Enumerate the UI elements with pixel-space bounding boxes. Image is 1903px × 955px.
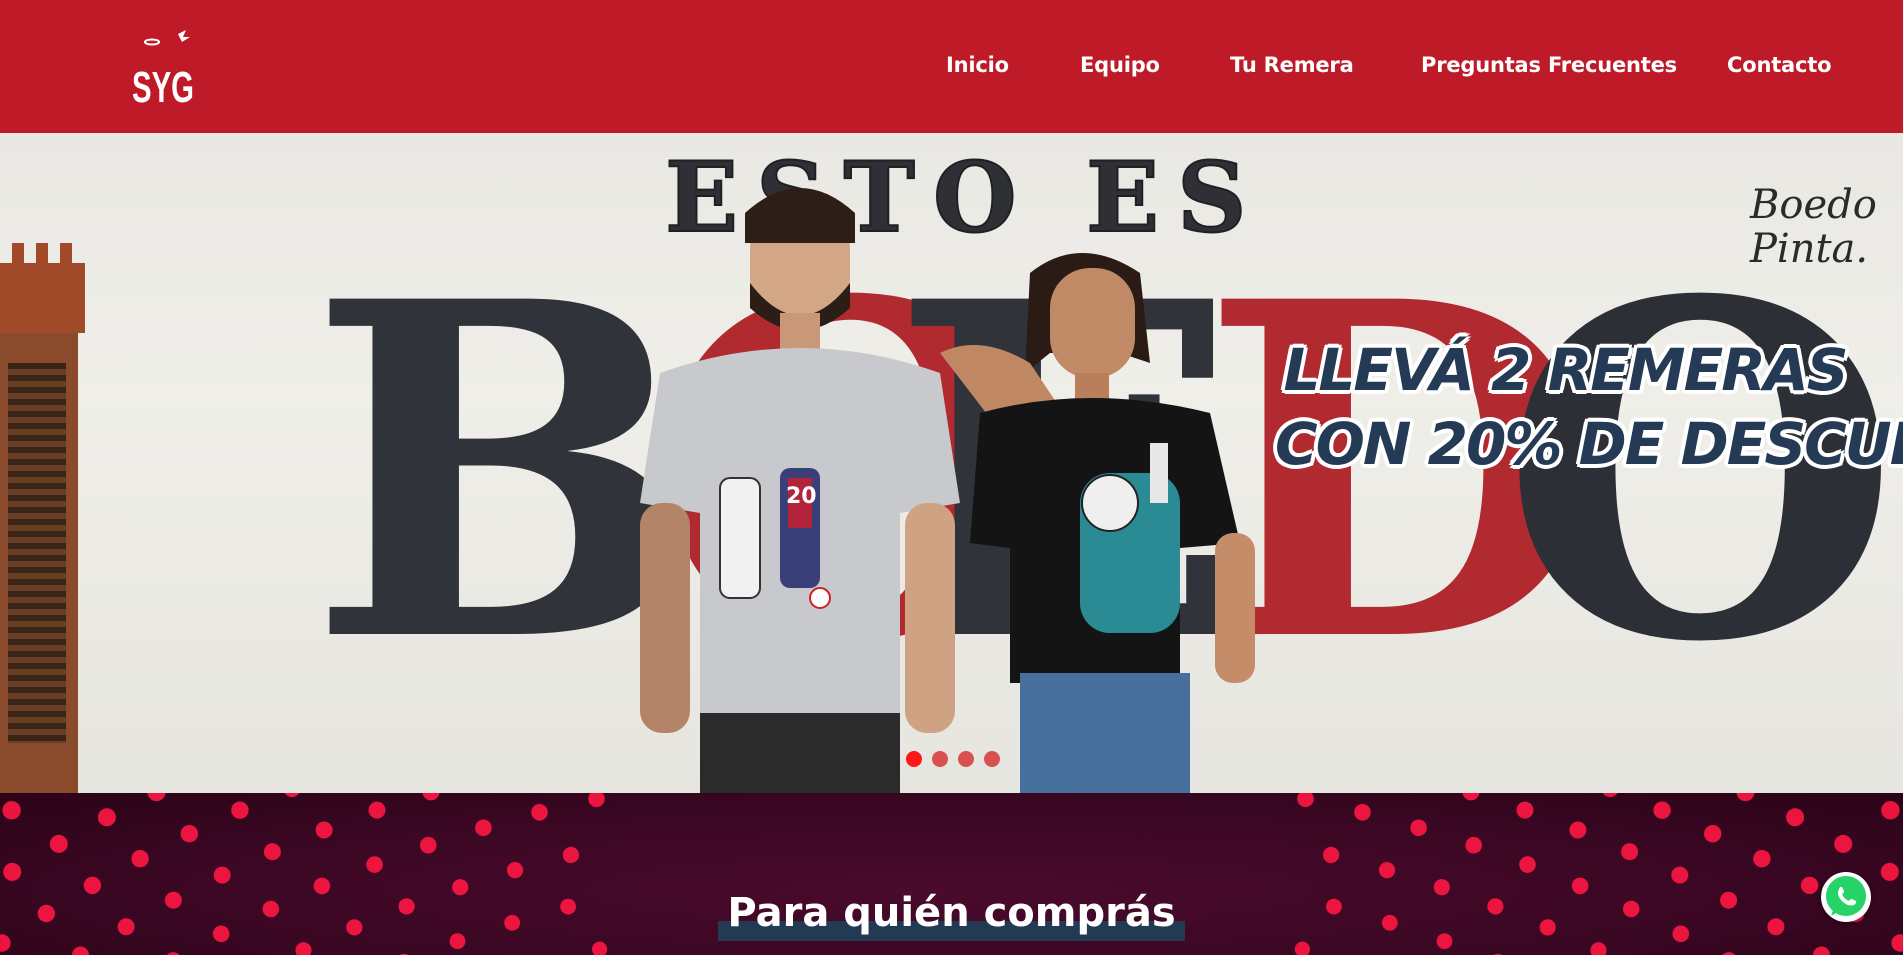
decorative-dot [213,866,231,884]
decorative-dot [72,946,89,955]
decorative-dot [366,856,383,873]
promo-line-1: LLEVÁ 2 REMERAS [1283,336,1848,404]
decorative-dot [1465,836,1482,854]
decorative-dot [1704,825,1722,843]
nav-item-inicio[interactable]: Inicio [946,50,1009,80]
decorative-dot [1590,942,1607,955]
slider-dot-1[interactable] [906,751,922,767]
decorative-dot [475,819,492,837]
whatsapp-icon [1826,876,1866,916]
decorative-dot [1516,801,1534,819]
shirt-number: 20 [786,484,817,509]
decorative-dot [531,804,548,821]
decorative-dot [368,801,386,819]
decorative-dot [231,801,249,819]
slider-dot-2[interactable] [932,751,948,767]
decorative-dot [1323,846,1340,864]
decorative-dot [1354,804,1371,821]
mural-signature: Boedo Pinta. [1750,182,1877,272]
decorative-dot [1462,793,1480,801]
decorative-dot [284,793,300,797]
whatsapp-button[interactable] [1821,872,1871,922]
promo-banner: LLEVÁ 2 REMERAS CON 20% DE DESCUENTO [1275,333,1903,481]
decorative-dot [263,843,281,861]
decorative-dot [1786,808,1805,827]
decorative-dot [562,846,580,864]
decorative-dot [1653,801,1671,819]
decorative-dot [1813,946,1830,955]
slider-indicators [906,751,1000,767]
site-header: SYG Inicio Equipo Tu Remera Preguntas Fr… [0,0,1903,133]
decorative-dot [422,793,440,801]
decorative-dot [1294,941,1310,955]
decorative-dot [1881,801,1900,820]
decorative-dot [1753,850,1771,868]
decorative-dot [1297,793,1314,808]
section-title: Para quién comprás [727,890,1176,936]
decorative-dot [131,850,149,868]
decorative-dot [1671,866,1689,884]
para-quien-section: Para quién comprás [0,793,1903,955]
decorative-dot [1621,843,1639,861]
decorative-dot [1880,862,1899,881]
decorative-dot [506,862,524,879]
slider-dot-4[interactable] [984,751,1000,767]
decorative-dot [2,801,21,820]
decorative-dot [1519,856,1536,873]
slider-dot-3[interactable] [958,751,974,767]
nav-item-contacto[interactable]: Contacto [1727,50,1832,80]
decorative-dot [49,834,68,853]
decorative-dot [592,941,608,955]
decorative-dot [97,808,116,827]
nav-item-tu-remera[interactable]: Tu Remera [1230,50,1354,80]
decorative-dot [3,862,22,881]
decorative-dot [1569,821,1587,839]
nav-item-equipo[interactable]: Equipo [1080,50,1160,80]
promo-line-2: CON 20% DE DESCUENTO [1275,410,1903,478]
model-woman-photo [940,253,1255,793]
decorative-dot [420,836,437,854]
hero-slider[interactable]: ESTO ES B O E D O Boedo Pinta. 20 [0,133,1903,793]
nav-item-preguntas-frecuentes[interactable]: Preguntas Frecuentes [1421,50,1677,80]
decorative-dot [1834,834,1853,853]
decorative-dot [1378,862,1396,879]
syg-logo-icon: SYG [132,30,194,108]
decorative-dot [180,825,198,843]
decorative-dot [315,821,333,839]
wall-crenellation [0,243,85,333]
decorative-dot [1736,793,1755,802]
decorative-dot [588,793,605,808]
wall-window-shutter [8,363,66,743]
logo-text: SYG [132,63,194,108]
decorative-dot [147,793,166,802]
site-logo[interactable]: SYG [130,28,198,108]
decorative-dot [1410,819,1427,837]
decorative-dot [295,942,312,955]
decorative-dot [1602,793,1618,797]
